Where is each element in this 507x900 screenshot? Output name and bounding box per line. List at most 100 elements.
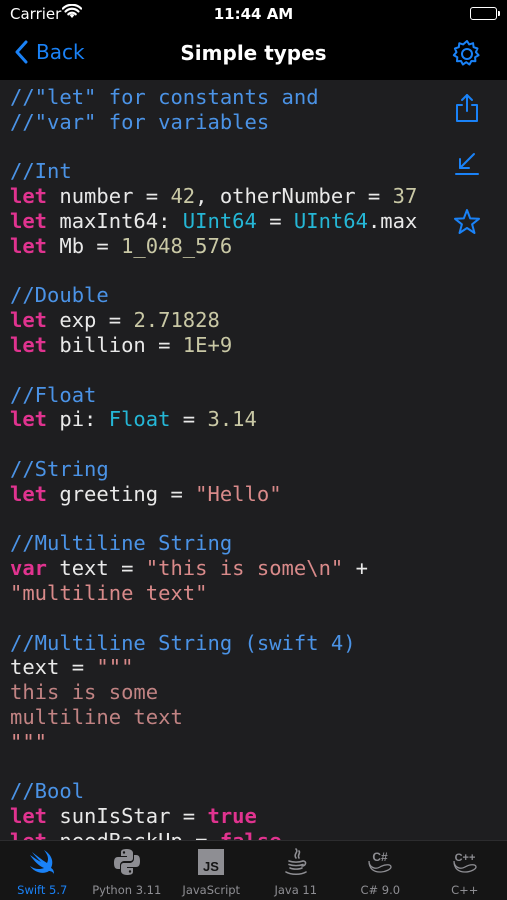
code-line: var text = "this is some\n" +: [10, 556, 417, 581]
code-text: =: [256, 208, 294, 233]
code-line: let number = 42, otherNumber = 37: [10, 184, 417, 209]
code-string: "this is some\n": [145, 556, 344, 581]
code-line: //"let" for constants and: [10, 85, 417, 110]
code-line: //Int: [10, 159, 417, 184]
code-line: let exp = 2.71828: [10, 308, 417, 333]
code-text: +: [343, 556, 368, 581]
code-view[interactable]: //"let" for constants and//"var" for var…: [0, 80, 507, 840]
tab-javascript[interactable]: JS JavaScript: [169, 841, 254, 900]
cpp-logo-text: C++: [454, 852, 475, 864]
tab-cpp[interactable]: C++ C++: [423, 841, 507, 900]
code-text: billion =: [47, 332, 183, 357]
code-text: exp =: [47, 308, 134, 333]
code-keyword: let: [10, 804, 48, 829]
download-arrow-icon: [455, 153, 479, 175]
code-line: let maxInt64: UInt64 = UInt64.max: [10, 209, 417, 234]
code-line: "multiline text": [10, 581, 417, 606]
code-line: text = """: [10, 655, 417, 680]
csharp-logo-text: C#: [372, 850, 388, 864]
tab-csharp[interactable]: C# C# 9.0: [338, 841, 423, 900]
javascript-logo-icon: JS: [198, 849, 224, 875]
code-string-text: multiline text: [10, 704, 183, 729]
navigation-bar: Back Simple types: [0, 30, 507, 80]
tab-swift[interactable]: Swift 5.7: [0, 841, 85, 900]
code-number: 1E+9: [182, 332, 233, 357]
page-title: Simple types: [180, 41, 327, 65]
code-text: greeting =: [47, 481, 196, 506]
code-keyword: var: [10, 556, 48, 581]
code-keyword: false: [220, 829, 282, 840]
code-type: UInt64: [293, 208, 368, 233]
code-text: pi:: [47, 407, 109, 432]
code-text: number =: [47, 184, 171, 209]
code-listing: //"let" for constants and//"var" for var…: [10, 85, 417, 840]
tab-label: JavaScript: [182, 883, 241, 897]
code-line: //Multiline String: [10, 531, 417, 556]
code-comment: //Bool: [10, 779, 85, 804]
csharp-logo-icon: C#: [368, 850, 392, 873]
tab-python[interactable]: Python 3.11: [85, 841, 170, 900]
code-line: let greeting = "Hello": [10, 482, 417, 507]
code-line: //"var" for variables: [10, 110, 417, 135]
favorite-button[interactable]: [449, 204, 485, 240]
code-comment: //Multiline String (swift 4): [10, 630, 356, 655]
code-line: //Multiline String (swift 4): [10, 631, 417, 656]
code-text: maxInt64:: [47, 208, 183, 233]
share-button[interactable]: [449, 90, 485, 126]
code-line: //Float: [10, 383, 417, 408]
code-keyword: let: [10, 481, 48, 506]
code-text: Mb =: [47, 233, 122, 258]
code-keyword: let: [10, 407, 48, 432]
code-number: 42: [170, 184, 196, 209]
code-number: 3.14: [207, 407, 257, 432]
status-bar: Carrier 11:44 AM: [0, 0, 507, 30]
tab-label: C++: [451, 883, 479, 897]
code-line: let needBackUp = false: [10, 829, 417, 840]
code-line: let pi: Float = 3.14: [10, 407, 417, 432]
python-logo-icon: [113, 849, 140, 875]
download-button[interactable]: [449, 146, 485, 182]
code-text: =: [170, 407, 208, 432]
code-string: "Hello": [195, 481, 282, 506]
code-keyword: let: [10, 332, 48, 357]
javascript-logo-text: JS: [203, 859, 219, 874]
tab-bar: Swift 5.7 Python 3.11 JS JavaScript Java…: [0, 840, 507, 900]
tab-label: Python 3.11: [92, 883, 162, 897]
code-line: let Mb = 1_048_576: [10, 234, 417, 259]
code-comment: //Multiline String: [10, 531, 233, 556]
code-text: .max: [367, 208, 418, 233]
tab-java[interactable]: Java 11: [254, 841, 339, 900]
code-text: text =: [47, 556, 146, 581]
code-string: "multiline text": [10, 580, 208, 605]
code-keyword: let: [10, 233, 48, 258]
java-logo-icon: [284, 848, 307, 876]
code-keyword: let: [10, 208, 48, 233]
code-number: 2.71828: [133, 308, 220, 333]
code-number: 37: [392, 184, 418, 209]
cpp-logo-icon: C++: [452, 852, 477, 873]
battery-icon: [470, 7, 500, 20]
code-number: 1_048_576: [121, 233, 233, 258]
code-comment: //Float: [10, 382, 97, 407]
tab-label: Swift 5.7: [17, 883, 68, 897]
code-text: , otherNumber =: [195, 184, 393, 209]
code-text: needBackUp =: [47, 829, 220, 840]
code-line: this is some: [10, 680, 417, 705]
code-line: //Double: [10, 283, 417, 308]
code-line: //String: [10, 457, 417, 482]
code-string-text: this is some: [10, 680, 159, 705]
gear-icon: [452, 40, 480, 66]
code-line: let sunIsStar = true: [10, 804, 417, 829]
swift-logo-icon: [30, 850, 54, 874]
tab-label: Java 11: [274, 883, 318, 897]
code-type: UInt64: [182, 208, 257, 233]
code-comment: //Int: [10, 159, 72, 184]
settings-button[interactable]: [451, 38, 483, 74]
star-icon: [454, 209, 480, 234]
